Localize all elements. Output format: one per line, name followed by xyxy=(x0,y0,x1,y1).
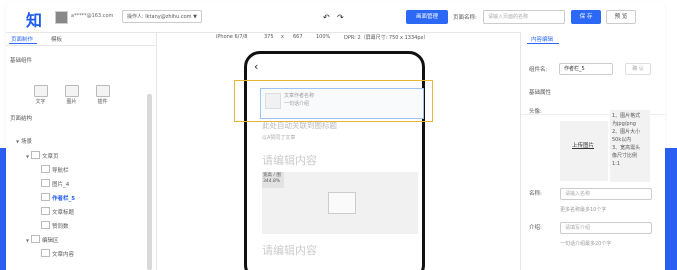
avatar-label: 头像: xyxy=(529,109,542,115)
layer-icon xyxy=(41,221,50,229)
tree-item-label: 场景 xyxy=(21,139,33,145)
dpr-info: DPR: 2（屏幕尺寸: 750 x 1334px） xyxy=(344,35,429,41)
page-structure-title: 页面结构 xyxy=(10,116,33,122)
tree-item[interactable]: 图片_4 xyxy=(36,179,69,188)
avatar[interactable] xyxy=(55,11,68,24)
layer-icon xyxy=(41,165,50,173)
tree-item[interactable]: 文章标题 xyxy=(36,207,74,216)
zhihu-logo[interactable]: 知 xyxy=(26,7,42,31)
component-text-label: 文字 xyxy=(35,99,46,105)
upload-area[interactable]: 上传图片 xyxy=(560,121,608,181)
text-icon xyxy=(33,85,48,97)
redo-icon[interactable]: ↷ xyxy=(337,13,344,22)
image-hint: 1、图片格式 为jpg/png 2、图片大小 50k以内 3、宽高需头 像尺寸比… xyxy=(610,110,650,182)
image-tag: 宽高 / 图 344.8% xyxy=(262,172,284,188)
operator-label: 操作人: lktany@zhihu.com xyxy=(127,14,192,20)
component-plugin[interactable]: 插件 xyxy=(90,82,115,107)
tab-content-edit[interactable]: 内容编辑 xyxy=(531,35,553,43)
layer-icon xyxy=(31,151,40,159)
scrollbar[interactable] xyxy=(147,94,152,270)
tree-item-label: 赞同数 xyxy=(52,224,69,230)
tab-page-make[interactable]: 页面制作 xyxy=(11,35,33,43)
tree-item[interactable]: 导航栏 xyxy=(36,165,69,174)
save-button[interactable]: 保 存 xyxy=(571,10,601,24)
upload-link[interactable]: 上传图片 xyxy=(572,141,594,149)
tree-item[interactable]: 文章内容 xyxy=(36,249,74,258)
chevron-down-icon: ▼ xyxy=(193,14,197,20)
tree-item-label: 文章页 xyxy=(42,154,59,160)
tree-item[interactable]: ▼ 编辑区 xyxy=(26,235,59,244)
layer-icon xyxy=(41,193,50,201)
operator-select[interactable]: 操作人: lktany@zhihu.com ▼ xyxy=(122,10,202,23)
selection-highlight xyxy=(234,80,433,122)
content-placeholder-2[interactable]: 请编辑内容 xyxy=(262,242,317,258)
device-height: 667 xyxy=(293,34,303,40)
confirm-button[interactable]: 确 认 xyxy=(625,63,651,75)
left-tabs: 页面制作 模板 xyxy=(6,32,156,46)
basic-components-title: 基础组件 xyxy=(10,58,33,64)
tree-item[interactable]: ▼ 文章页 xyxy=(26,151,59,160)
back-icon[interactable]: ‹ xyxy=(254,60,258,73)
article-title[interactable]: 此处自动关联到图标题 xyxy=(262,120,337,131)
basic-attrs-title: 基础属性 xyxy=(529,90,552,96)
image-icon xyxy=(328,192,356,214)
component-name-input[interactable]: 作者栏_5 xyxy=(559,63,613,75)
article-subtitle: 以A赞同了文章 xyxy=(262,135,296,141)
canvas-toolbar: iPhone 6/7/8 375 x 667 100% DPR: 2（屏幕尺寸:… xyxy=(156,32,511,44)
tree-item[interactable]: 赞同数 xyxy=(36,221,69,230)
tree-item[interactable]: ▼ 场景 xyxy=(16,137,32,145)
image-icon xyxy=(64,85,79,97)
left-panel: 页面制作 模板 基础组件 文字 图片 插件 页面结构 ▼ 场景 ▼ 文章页导航栏图片_… xyxy=(6,32,157,270)
preview-button[interactable]: 预 览 xyxy=(606,10,636,24)
intro-label: 介绍: xyxy=(529,225,542,231)
page-name-label: 页面名称: xyxy=(453,15,477,21)
name-input[interactable]: 请输入名称 xyxy=(560,188,652,200)
tree-item-label: 文章内容 xyxy=(52,252,75,258)
intro-input[interactable]: 请填写介绍 xyxy=(560,222,652,234)
active-tab-indicator xyxy=(9,43,37,44)
component-image[interactable]: 图片 xyxy=(59,82,84,107)
tree-item-label: 编辑区 xyxy=(42,238,59,244)
undo-icon[interactable]: ↶ xyxy=(323,13,330,22)
zoom-select[interactable]: 100% xyxy=(316,34,330,40)
tab-template[interactable]: 模板 xyxy=(51,35,62,43)
tree-item-label: 文章标题 xyxy=(52,210,75,216)
name-label: 名称: xyxy=(529,191,542,197)
tree-item[interactable]: 作者栏_5 xyxy=(36,193,75,202)
image-placeholder[interactable]: 宽高 / 图 344.8% xyxy=(262,172,418,234)
tree-item-label: 作者栏_5 xyxy=(52,196,76,202)
content-placeholder[interactable]: 请编辑内容 xyxy=(262,152,317,168)
page-name-input[interactable] xyxy=(483,10,565,24)
plugin-icon xyxy=(95,85,110,97)
editor-window: 知 a*****@163.com 操作人: lktany@zhihu.com ▼… xyxy=(6,2,665,270)
active-tab-indicator xyxy=(527,43,559,44)
layer-icon xyxy=(41,207,50,215)
name-note: 更多名称最多10个字 xyxy=(560,207,607,213)
device-width: 375 xyxy=(264,34,274,40)
component-image-label: 图片 xyxy=(66,99,77,105)
top-bar: 知 a*****@163.com 操作人: lktany@zhihu.com ▼… xyxy=(6,2,665,33)
tree-item-label: 导航栏 xyxy=(52,168,69,174)
component-text[interactable]: 文字 xyxy=(28,82,53,107)
dimension-separator: x xyxy=(281,34,284,40)
component-name-label: 组件名: xyxy=(529,67,548,73)
layer-icon xyxy=(41,179,50,187)
device-select[interactable]: iPhone 6/7/8 xyxy=(216,34,247,40)
tree-item-label: 图片_4 xyxy=(52,182,70,188)
right-panel: 内容编辑 组件名: 作者栏_5 确 认 基础属性 头像: 上传图片 1、图片格式… xyxy=(520,32,665,270)
layer-icon xyxy=(41,249,50,257)
layer-icon xyxy=(31,235,40,243)
page-manage-button[interactable]: 画面管理 xyxy=(406,10,448,24)
intro-note: 一句话介绍最多20个字 xyxy=(560,241,612,247)
account-email: a*****@163.com xyxy=(71,13,114,19)
component-plugin-label: 插件 xyxy=(97,99,108,105)
